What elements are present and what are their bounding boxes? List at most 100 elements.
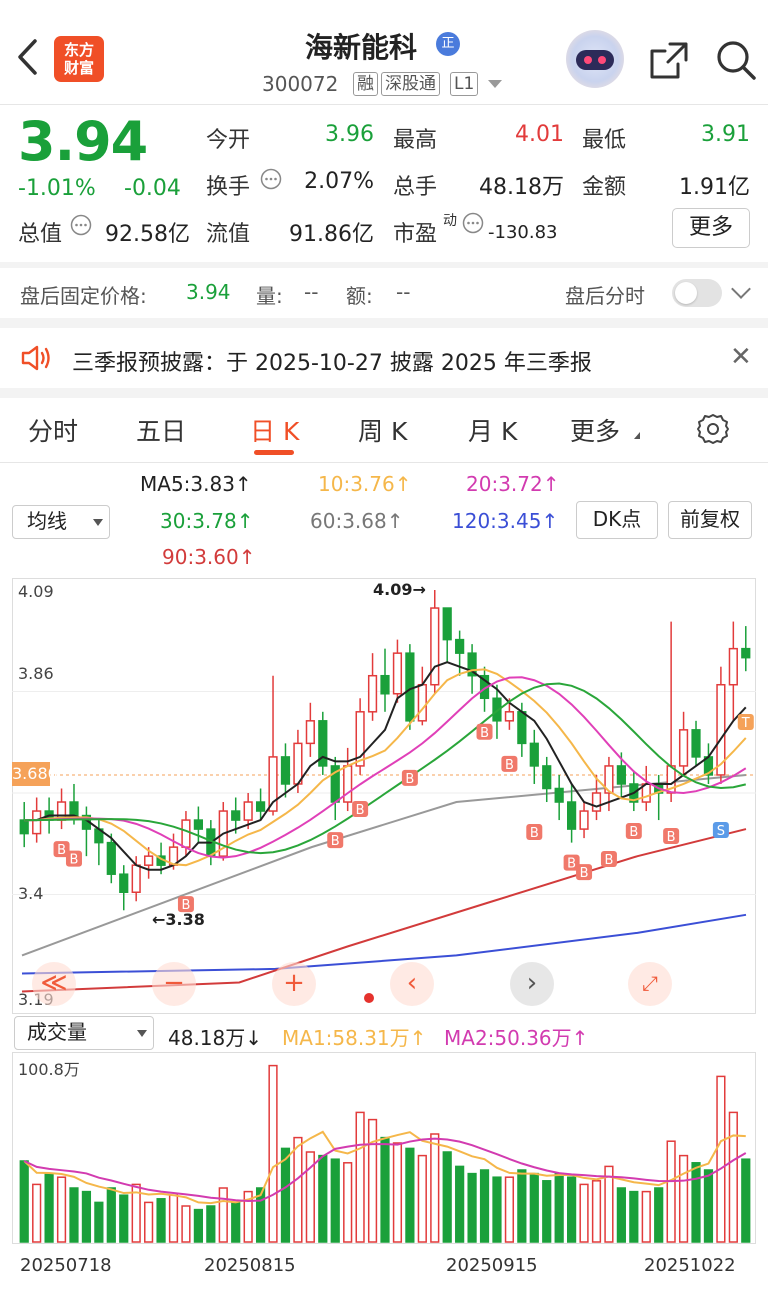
y-axis-low: 3.4 <box>18 884 44 903</box>
ma30-value: 30:3.78↑ <box>160 509 254 533</box>
pe-label: 市盈 <box>393 222 438 247</box>
zoom-in-icon[interactable]: + <box>272 962 316 1006</box>
candle-body <box>367 674 378 713</box>
volume-bar <box>542 1180 552 1243</box>
candle-body <box>591 792 602 812</box>
after-hours-amt: -- <box>396 280 411 304</box>
code-dropdown-icon[interactable] <box>488 80 502 88</box>
candle-body <box>32 810 42 835</box>
settings-icon[interactable] <box>696 412 730 450</box>
robot-face-icon <box>576 50 614 70</box>
candle-body <box>144 855 154 866</box>
back-icon[interactable] <box>16 38 38 83</box>
t-marker-label: T <box>741 716 750 731</box>
high-marker: 4.09→ <box>373 580 426 599</box>
kline-chart[interactable]: BBBBBBBBBBBBB B ST <box>12 578 756 1014</box>
adjust-button[interactable]: 前复权 <box>668 501 752 539</box>
volume-bar <box>703 1169 714 1243</box>
indicator-selector[interactable]: 成交量 <box>14 1016 154 1050</box>
dk-point-button[interactable]: DK点 <box>576 501 658 539</box>
after-hours-amt-label: 额: <box>346 284 373 308</box>
sell-marker-label: S <box>717 824 725 839</box>
assistant-avatar[interactable] <box>566 30 624 88</box>
volume-bar <box>504 1176 515 1243</box>
tab-monthly-k[interactable]: 月 K <box>468 412 517 448</box>
ma90-value: 90:3.60↑ <box>162 545 256 569</box>
volume-bar <box>467 1172 477 1243</box>
open-label: 今开 <box>206 128 251 153</box>
volume-bar <box>181 1205 191 1243</box>
change-percent: -1.01% <box>18 176 96 201</box>
fullscreen-icon[interactable]: ⤢ <box>628 962 672 1006</box>
volume-bar <box>380 1136 390 1243</box>
volume-chart[interactable] <box>12 1052 756 1244</box>
y-axis-max: 4.09 <box>18 582 54 601</box>
candle-body <box>380 674 390 695</box>
volume-bar <box>19 1160 29 1243</box>
tab-daily-k[interactable]: 日 K <box>250 412 299 448</box>
low-value: 3.91 <box>701 122 750 147</box>
tab-more[interactable]: 更多 <box>570 412 620 448</box>
info-icon[interactable] <box>260 168 282 194</box>
chevron-down-icon[interactable] <box>731 279 751 299</box>
info-icon[interactable] <box>462 212 484 238</box>
more-button[interactable]: 更多 <box>672 208 750 248</box>
buy-marker-label: B <box>580 866 589 881</box>
candle-body <box>567 801 577 830</box>
buy-marker-label: B <box>629 825 638 840</box>
volume-bar <box>430 1133 440 1243</box>
tab-five-day[interactable]: 五日 <box>136 412 186 448</box>
prev-icon[interactable]: ‹ <box>390 962 434 1006</box>
volume-bar <box>728 1111 738 1243</box>
volume-bar <box>517 1169 527 1243</box>
tab-weekly-k[interactable]: 周 K <box>358 412 407 448</box>
app-logo[interactable]: 东方 财富 <box>54 36 104 82</box>
date-label-3: 20250915 <box>446 1255 538 1276</box>
after-hours-toggle[interactable] <box>672 279 722 307</box>
volume-y-max: 100.8万 <box>18 1060 80 1079</box>
ma-selector[interactable]: 均线 <box>12 505 110 539</box>
stock-code: 300072 <box>262 72 339 96</box>
volume-bar <box>716 1075 726 1243</box>
app-logo-text: 东方 财富 <box>63 41 94 77</box>
position-dot <box>364 993 374 1003</box>
volume-bar <box>666 1140 676 1243</box>
candle-body <box>343 765 353 803</box>
share-icon[interactable] <box>648 40 690 86</box>
volume-value: 48.18万 <box>479 175 564 200</box>
volume-bar <box>106 1187 116 1243</box>
buy-marker-label: B <box>331 834 340 849</box>
pe-superscript: 动 <box>443 213 457 229</box>
fast-back-icon[interactable]: ≪ <box>32 962 76 1006</box>
ma60-value: 60:3.68↑ <box>310 509 404 533</box>
buy-marker-label: B <box>356 803 365 818</box>
volume-bar <box>330 1158 340 1243</box>
volume-bar <box>392 1142 403 1243</box>
search-icon[interactable] <box>714 38 758 86</box>
candle-body <box>529 742 539 767</box>
mktcap-value: 92.58亿 <box>105 222 190 247</box>
float-label: 流值 <box>206 222 251 247</box>
high-value: 4.01 <box>515 122 564 147</box>
next-icon[interactable]: › <box>510 962 554 1006</box>
high-label: 最高 <box>393 128 438 153</box>
candle-body <box>280 756 291 785</box>
close-icon[interactable]: ✕ <box>730 342 752 372</box>
candle-body <box>417 683 427 722</box>
candle-body <box>193 819 203 830</box>
volume-bar <box>293 1136 303 1243</box>
zoom-out-icon[interactable]: − <box>152 962 196 1006</box>
date-label-2: 20250815 <box>204 1255 296 1276</box>
volume-bar <box>654 1187 664 1243</box>
tag-level: L1 <box>450 72 479 96</box>
volume-bar <box>280 1147 291 1243</box>
tab-intraday[interactable]: 分时 <box>28 412 78 448</box>
ma-selector-label: 均线 <box>27 509 67 533</box>
buy-marker-label: B <box>667 830 676 845</box>
volume-bar <box>405 1147 415 1243</box>
volume-bar <box>629 1190 639 1243</box>
volume-bar <box>268 1064 278 1243</box>
amount-label: 金额 <box>582 175 627 200</box>
volume-bar <box>417 1154 427 1243</box>
stock-name: 海新能科 <box>305 31 418 64</box>
